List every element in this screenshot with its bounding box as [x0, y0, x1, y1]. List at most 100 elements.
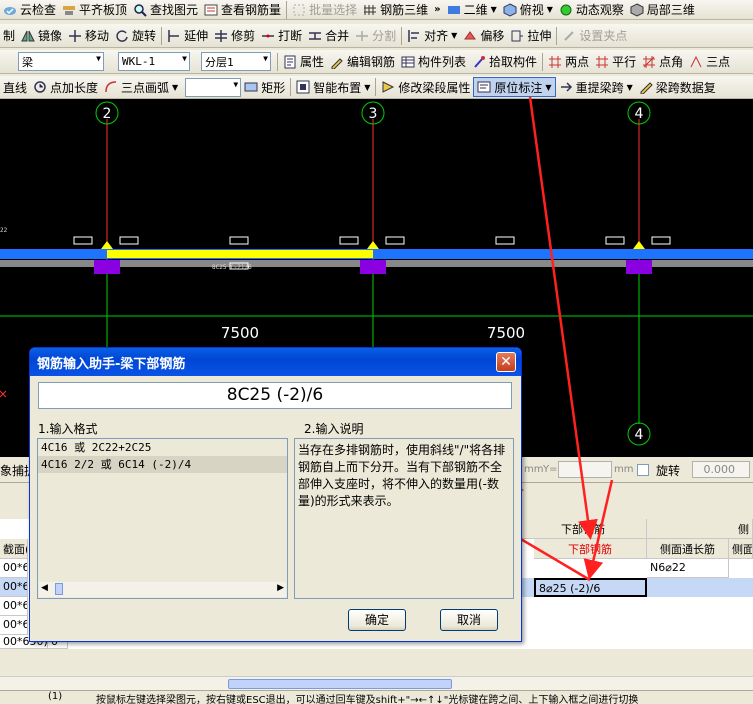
dynamic-orbit-button[interactable]: 动态观察: [556, 0, 627, 19]
bottom-rebar-cell[interactable]: 8⌀25 (-2)/6: [534, 578, 647, 597]
in-situ-annotation-button[interactable]: 原位标注 ▼: [473, 77, 556, 97]
column[interactable]: [94, 260, 120, 274]
rotate-icon: [115, 29, 129, 43]
component-select[interactable]: WKL-1 ▼: [118, 52, 190, 71]
separator: [161, 26, 163, 45]
level-top-icon: [62, 3, 76, 17]
copy-button[interactable]: 制: [0, 26, 18, 46]
rebar-3d-button[interactable]: 钢筋三维: [360, 0, 431, 19]
merge-button[interactable]: 合并: [305, 26, 352, 46]
view-2d-icon: [447, 3, 461, 17]
format-list-item[interactable]: 4C16 2/2 或 6C14 (-2)/4: [38, 456, 287, 473]
rebar-formula-input[interactable]: 8C25 (-2)/6: [38, 382, 512, 409]
scroll-right-icon[interactable]: ▶: [277, 583, 284, 593]
level-top-button[interactable]: 平齐板顶: [59, 0, 130, 19]
layer-select[interactable]: 分层1 ▼: [201, 52, 271, 71]
parallel-icon: [595, 55, 609, 69]
side-label: 22: [0, 227, 8, 234]
support-marker: [633, 241, 645, 249]
align-dropdown[interactable]: 对齐 ▼: [404, 26, 460, 46]
edit-rebar-button[interactable]: 编辑钢筋: [327, 52, 398, 72]
local-3d-button[interactable]: 局部三维: [627, 0, 698, 19]
beam-selected-span[interactable]: [107, 250, 373, 258]
smart-layout-dropdown[interactable]: 智能布置 ▼: [293, 77, 373, 97]
column[interactable]: [626, 260, 652, 274]
close-button[interactable]: ✕: [496, 352, 516, 372]
list-horizontal-scrollbar[interactable]: ◀ ▶: [39, 582, 286, 597]
parallel-button[interactable]: 平行: [592, 52, 639, 72]
re-extract-span-label: 重提梁跨: [575, 80, 624, 95]
horizontal-scrollbar[interactable]: [0, 676, 753, 690]
table-row-section: 00*65: [0, 597, 28, 616]
rectangle-button[interactable]: 矩形: [241, 77, 288, 97]
pick-component-button[interactable]: 拾取构件: [469, 52, 540, 72]
stretch-icon: [510, 29, 524, 43]
modify-span-props-button[interactable]: 修改梁段属性: [378, 77, 473, 97]
mirror-label: 镜像: [38, 29, 63, 43]
scroll-left-icon[interactable]: ◀: [41, 583, 48, 593]
extend-button[interactable]: 延伸: [164, 26, 211, 46]
separator: [375, 78, 377, 96]
rotate-checkbox[interactable]: [637, 464, 649, 476]
rotate-input[interactable]: 0.000: [692, 461, 750, 478]
rotate-label: 旋转: [656, 464, 681, 478]
support-marker: [101, 241, 113, 249]
edit-rebar-label: 编辑钢筋: [347, 55, 396, 69]
format-list[interactable]: 4C16 或 2C22+2C25 4C16 2/2 或 6C14 (-2)/4 …: [37, 438, 288, 599]
view-2d-dropdown[interactable]: 二维 ▼: [444, 0, 500, 19]
cancel-button[interactable]: 取消: [440, 609, 498, 631]
component-list-button[interactable]: 构件列表: [398, 52, 469, 72]
cloud-check-icon: [3, 3, 17, 17]
component-value: WKL-1: [122, 55, 156, 68]
set-grip-button[interactable]: 设置夹点: [559, 26, 630, 46]
arc-mode-select[interactable]: ▼: [185, 77, 242, 97]
re-extract-span-dropdown[interactable]: 重提梁跨 ▼: [556, 77, 636, 97]
split-icon: [355, 29, 369, 43]
list-scrollbar-thumb[interactable]: [55, 583, 63, 595]
break-button[interactable]: 打断: [258, 26, 305, 46]
move-button[interactable]: 移动: [65, 26, 112, 46]
category-value: 梁: [22, 55, 33, 69]
two-point-button[interactable]: 两点: [545, 52, 592, 72]
format-list-item[interactable]: 4C16 或 2C22+2C25: [38, 439, 287, 456]
line-label: 直线: [3, 80, 28, 95]
chevron-down-icon: ▼: [172, 82, 179, 92]
trim-button[interactable]: 修剪: [211, 26, 258, 46]
y-input[interactable]: [558, 461, 612, 478]
rotate-button[interactable]: 旋转: [112, 26, 159, 46]
mirror-button[interactable]: 镜像: [18, 26, 65, 46]
re-extract-icon: [559, 80, 573, 94]
offset-button[interactable]: 偏移: [460, 26, 507, 46]
three-point-arc-button[interactable]: 三点画弧 ▼: [101, 77, 181, 97]
table-cell-side-value[interactable]: N6⌀22: [647, 559, 729, 578]
span-dimension-2: 7500: [487, 324, 525, 342]
find-element-button[interactable]: 查找图元: [130, 0, 201, 19]
status-text: 按鼠标左键选择梁图元，按右键或ESC退出，可以通过回车键及shift+"→←↑↓…: [96, 695, 639, 704]
ok-button[interactable]: 确定: [348, 609, 406, 631]
more-chevron[interactable]: »: [431, 0, 443, 19]
align-icon: [407, 29, 421, 43]
cloud-check-button[interactable]: 云检查: [0, 0, 59, 19]
split-button[interactable]: 分割: [352, 26, 399, 46]
view-rebar-qty-button[interactable]: 查看钢筋量: [201, 0, 284, 19]
category-select[interactable]: 梁 ▼: [18, 52, 104, 71]
three-point-button[interactable]: 三点: [686, 52, 733, 72]
in-situ-annotation-label: 原位标注: [494, 80, 543, 95]
y-label: Y=: [543, 464, 558, 475]
stretch-button[interactable]: 拉伸: [507, 26, 554, 46]
span-data-copy-button[interactable]: 梁跨数据复: [636, 77, 719, 97]
point-length-button[interactable]: 点加长度: [30, 77, 101, 97]
chevron-down-icon: ▼: [451, 31, 458, 40]
top-view-dropdown[interactable]: 俯视 ▼: [500, 0, 556, 19]
batch-select-button[interactable]: 批量选择: [289, 0, 360, 19]
scrollbar-thumb[interactable]: [228, 679, 452, 689]
rebar-qty-icon: [204, 3, 218, 17]
top-view-label: 俯视: [519, 3, 544, 17]
column[interactable]: [360, 260, 386, 274]
properties-button[interactable]: 属性: [280, 52, 327, 72]
chevron-down-icon: ▼: [182, 54, 187, 63]
point-angle-button[interactable]: 点角: [639, 52, 686, 72]
two-point-icon: [548, 55, 562, 69]
line-button[interactable]: 直线: [0, 77, 30, 97]
rotate-label: 旋转: [132, 29, 157, 43]
